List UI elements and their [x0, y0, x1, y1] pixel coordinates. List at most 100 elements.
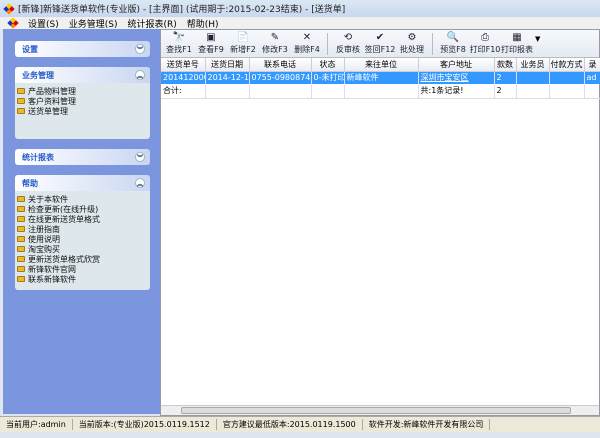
scrollbar-thumb[interactable]: [181, 407, 571, 414]
summary-cell: 2: [494, 84, 517, 99]
sidebar-panel: 统计报表 ︾: [15, 149, 150, 165]
unaudit-button[interactable]: ⟲ 反审核: [332, 32, 364, 55]
chevron-up-icon[interactable]: ︽: [135, 178, 145, 188]
sidebar-panel: 帮助 ︽ 关于本软件 检查更新(在线升级) 在线更新送货单格式 注册指南 使用说明 淘宝购买更…: [15, 175, 150, 290]
menu-bar: 设置(S) 业务管理(S) 统计报表(R) 帮助(H): [0, 17, 600, 30]
column-header[interactable]: 付款方式: [549, 58, 585, 72]
column-header[interactable]: 录: [584, 58, 600, 72]
column-header[interactable]: 状态: [311, 58, 345, 72]
app-logo-icon: [3, 2, 15, 15]
button-label: 查找F1: [166, 45, 192, 54]
menu-item[interactable]: 业务管理(S): [69, 17, 118, 30]
table-cell: 2014120001: [161, 71, 206, 84]
column-header[interactable]: 业务员: [516, 58, 550, 72]
sidebar-item[interactable]: 客户资料管理: [17, 96, 150, 106]
report-button[interactable]: ▦ 打印报表: [501, 32, 533, 55]
folder-icon: [17, 206, 25, 212]
panel-header[interactable]: 业务管理 ︽: [15, 67, 150, 83]
printer-button[interactable]: ⎙ 打印F10: [469, 32, 501, 55]
folder-icon: [17, 226, 25, 232]
summary-cell: [584, 84, 600, 99]
column-header[interactable]: 款数: [494, 58, 517, 72]
button-label: 批处理: [400, 45, 424, 54]
sidebar-item[interactable]: 淘宝购买: [17, 244, 150, 254]
menu-item[interactable]: 设置(S): [28, 17, 59, 30]
table-row[interactable]: 20141200012014-12-150755-098087450-未打印新峰…: [161, 71, 600, 84]
preview-icon: 🔍: [446, 32, 460, 43]
folder-icon: [17, 266, 25, 272]
preview-button[interactable]: 🔍 预览F8: [437, 32, 469, 55]
view-button[interactable]: ▣ 查看F9: [195, 32, 227, 55]
column-header[interactable]: 联系电话: [249, 58, 312, 72]
delete-button[interactable]: ✕ 删除F4: [291, 32, 323, 55]
button-label: 查看F9: [198, 45, 224, 54]
panel-body: 关于本软件 检查更新(在线升级) 在线更新送货单格式 注册指南 使用说明 淘宝购买 更新送货…: [15, 191, 150, 290]
summary-cell: [249, 84, 312, 99]
chevron-down-icon[interactable]: ︾: [135, 152, 145, 162]
table-cell: 2014-12-15: [205, 71, 250, 84]
folder-icon: [17, 196, 25, 202]
folder-icon: [17, 216, 25, 222]
summary-cell: [205, 84, 250, 99]
check-button[interactable]: ✔ 签回F12: [364, 32, 396, 55]
summary-cell: [516, 84, 550, 99]
status-field: 当前版本:(专业版)2015.0119.1512: [73, 419, 217, 430]
menu-item[interactable]: 帮助(H): [187, 17, 219, 30]
button-label: 预览F8: [440, 45, 466, 54]
sidebar: 设置 ︾ 业务管理 ︽ 产品物料管理 客户资料管理 送货单管理统计报表 ︾ 帮助 ︽ 关于本软件 检查…: [3, 29, 160, 414]
sidebar-item[interactable]: 在线更新送货单格式: [17, 214, 150, 224]
binoculars-button[interactable]: 🔭 查找F1: [163, 32, 195, 55]
panel-header[interactable]: 设置 ︾: [15, 41, 150, 57]
panel-header[interactable]: 统计报表 ︾: [15, 149, 150, 165]
column-header[interactable]: 送货单号: [161, 58, 206, 72]
main-area: 🔭 查找F1 ▣ 查看F9 📄 新增F2 ✎ 修改F3 ✕ 删除F4 ⟲ 反审核 ✔ 签回F12 ⚙ 批处理 🔍…: [160, 29, 600, 416]
sidebar-item[interactable]: 联系新锋软件: [17, 274, 150, 284]
dropdown-arrow-icon[interactable]: ▼: [535, 35, 540, 43]
table-cell: [516, 71, 550, 84]
sidebar-item[interactable]: 更新送货单格式欣赏: [17, 254, 150, 264]
summary-cell: 合计:: [161, 84, 206, 99]
chevron-down-icon[interactable]: ︾: [135, 44, 145, 54]
panel-header[interactable]: 帮助 ︽: [15, 175, 150, 191]
sidebar-item[interactable]: 送货单管理: [17, 106, 150, 116]
column-header[interactable]: 来往单位: [344, 58, 419, 72]
panel-title: 业务管理: [22, 70, 54, 80]
folder-icon: [17, 246, 25, 252]
column-header[interactable]: 送货日期: [205, 58, 250, 72]
new-doc-button[interactable]: 📄 新增F2: [227, 32, 259, 55]
batch-icon: ⚙: [407, 32, 417, 43]
status-field: 软件开发:新峰软件开发有限公司: [363, 419, 491, 430]
sidebar-panel: 设置 ︾: [15, 41, 150, 57]
sidebar-item[interactable]: 使用说明: [17, 234, 150, 244]
folder-icon: [17, 236, 25, 242]
sidebar-item[interactable]: 产品物料管理: [17, 86, 150, 96]
horizontal-scrollbar[interactable]: [161, 405, 599, 415]
new-doc-icon: 📄: [236, 32, 250, 43]
sidebar-item[interactable]: 检查更新(在线升级): [17, 204, 150, 214]
summary-cell: [549, 84, 585, 99]
batch-button[interactable]: ⚙ 批处理: [396, 32, 428, 55]
menu-item[interactable]: 统计报表(R): [128, 17, 177, 30]
app-menu-icon[interactable]: [7, 17, 19, 29]
sidebar-item-label: 送货单管理: [28, 106, 68, 116]
panel-title: 帮助: [22, 178, 38, 188]
window-title: [新锋]新锋送货单软件(专业版) - [主界面] (试用期于:2015-02-2…: [18, 5, 346, 15]
panel-title: 设置: [22, 44, 38, 54]
view-icon: ▣: [206, 32, 216, 43]
button-label: 打印F10: [469, 45, 501, 54]
sidebar-item[interactable]: 新锋软件官网: [17, 264, 150, 274]
button-label: 修改F3: [262, 45, 288, 54]
edit-button[interactable]: ✎ 修改F3: [259, 32, 291, 55]
button-label: 反审核: [336, 45, 360, 54]
table-cell: ad: [584, 71, 600, 84]
button-label: 打印报表: [501, 45, 533, 54]
sidebar-item[interactable]: 关于本软件: [17, 194, 150, 204]
summary-cell: 共:1条记录!: [418, 84, 495, 99]
sidebar-item[interactable]: 注册指南: [17, 224, 150, 234]
folder-icon: [17, 108, 25, 114]
summary-cell: [311, 84, 345, 99]
column-header[interactable]: 客户地址: [418, 58, 495, 72]
table-cell: 0-未打印: [311, 71, 345, 84]
summary-cell: [344, 84, 419, 99]
chevron-up-icon[interactable]: ︽: [135, 70, 145, 80]
